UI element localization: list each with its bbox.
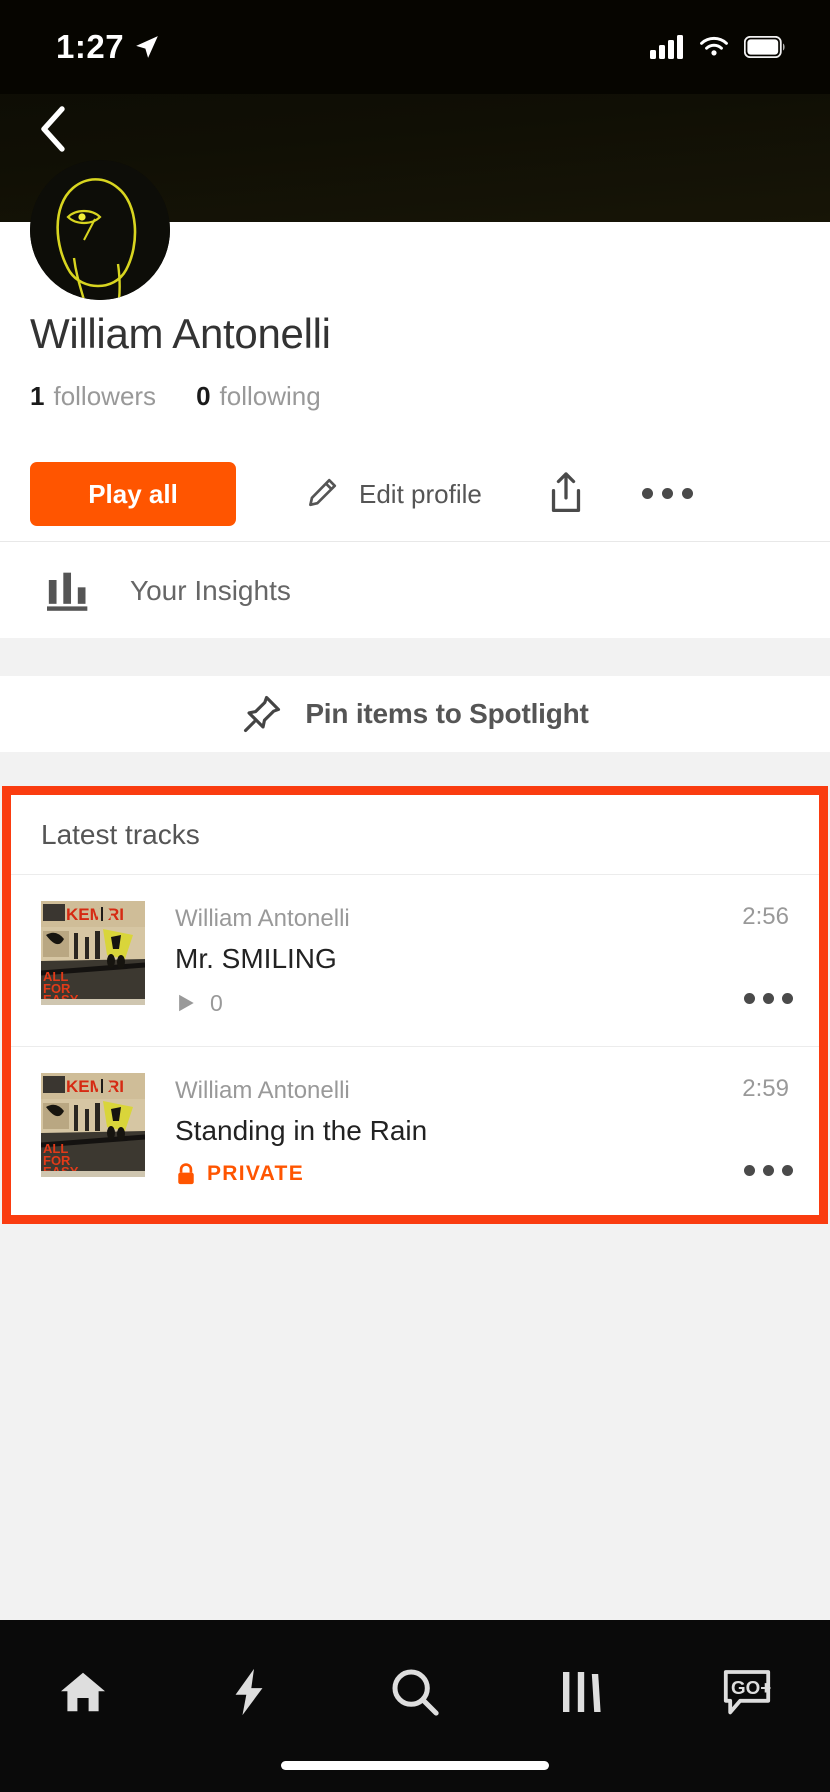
bottom-tab-bar: GO+: [0, 1620, 830, 1792]
profile-action-row: Play all Edit profile: [0, 446, 830, 542]
status-badge: PRIVATE: [175, 1162, 304, 1186]
your-insights-row[interactable]: Your Insights: [0, 543, 830, 638]
latest-tracks-card-highlight: Latest tracks KEM RI ALL FOR EASY Willia…: [2, 786, 828, 1224]
page-title: William Antonelli: [30, 310, 331, 357]
home-indicator: [281, 1761, 549, 1770]
go-plus-icon: GO+: [723, 1670, 771, 1715]
lock-icon: [178, 1162, 194, 1184]
following-label: following: [219, 381, 321, 411]
status-bar-time-group: 1:27: [56, 28, 160, 66]
track-play-count: 0: [210, 989, 223, 1016]
share-button[interactable]: [536, 460, 596, 526]
divider-above-insights: [0, 541, 830, 542]
kemuri-album-artwork-icon: KEM RI ALL FOR EASY: [41, 901, 145, 1005]
track-more-button[interactable]: [744, 993, 793, 1004]
lightning-bolt-icon: [235, 1668, 263, 1716]
chevron-left-icon: [41, 106, 65, 152]
ellipsis-icon: [641, 487, 693, 499]
avatar-face-artwork: [30, 160, 170, 300]
library-icon: [563, 1672, 601, 1712]
section-gap-1: [0, 638, 830, 676]
status-bar-indicators: [650, 35, 786, 59]
play-all-button[interactable]: Play all: [30, 462, 236, 526]
track-info: William Antonelli Standing in the Rain P…: [175, 1073, 789, 1219]
profile-more-button[interactable]: [632, 460, 702, 526]
tab-search[interactable]: [332, 1654, 498, 1730]
status-bar-time: 1:27: [56, 28, 125, 65]
tab-home[interactable]: [0, 1654, 166, 1730]
cellular-signal-icon: [650, 35, 683, 59]
pin-to-spotlight-row[interactable]: Pin items to Spotlight: [0, 676, 830, 752]
track-row[interactable]: KEM RI ALL FOR EA: [11, 875, 819, 1047]
edit-profile-label: Edit profile: [359, 478, 482, 509]
status-bar: 1:27: [0, 0, 830, 94]
home-icon: [61, 1672, 105, 1712]
svg-text:GO+: GO+: [731, 1677, 771, 1698]
tab-go-plus[interactable]: GO+: [664, 1654, 830, 1730]
followers-count: 1: [30, 381, 45, 411]
track-title: Mr. SMILING: [175, 943, 337, 975]
wifi-icon: [700, 36, 728, 56]
track-row[interactable]: KEM RI ALL FOR EA: [11, 1047, 819, 1219]
track-duration: 2:56: [742, 903, 789, 930]
battery-icon: [744, 36, 785, 58]
latest-tracks-header: Latest tracks: [11, 795, 819, 875]
section-gap-2: [0, 752, 830, 786]
track-meta: 0: [175, 990, 789, 1017]
kemuri-album-artwork-icon: KEM RI ALL FOR EASY: [41, 1073, 145, 1177]
latest-tracks-title: Latest tracks: [41, 818, 200, 850]
track-meta: PRIVATE: [175, 1162, 789, 1186]
search-icon: [392, 1669, 439, 1716]
track-info: William Antonelli Mr. SMILING 0: [175, 901, 789, 1046]
soundcloud-profile-screen: 1:27 William Antonelli 1 followers 0 fol…: [0, 0, 830, 1792]
track-artwork: KEM RI ALL FOR EASY: [41, 1073, 145, 1177]
edit-profile-button[interactable]: Edit profile: [302, 475, 482, 513]
pin-to-spotlight-label: Pin items to Spotlight: [305, 698, 589, 729]
track-artist: William Antonelli: [175, 1077, 350, 1104]
following-stat[interactable]: 0 following: [196, 381, 321, 412]
bar-chart-icon: [42, 569, 96, 613]
followers-label: followers: [53, 381, 157, 411]
following-count: 0: [196, 381, 211, 411]
private-label: PRIVATE: [207, 1161, 304, 1185]
track-duration: 2:59: [742, 1075, 789, 1102]
follow-stats: 1 followers 0 following: [30, 381, 321, 412]
track-more-button[interactable]: [744, 1165, 793, 1176]
pencil-icon: [309, 478, 337, 507]
tab-feed[interactable]: [166, 1654, 332, 1730]
track-artist: William Antonelli: [175, 905, 350, 932]
pin-icon: [244, 695, 281, 733]
track-artwork: KEM RI ALL FOR EASY: [41, 901, 145, 1005]
play-triangle-icon: [179, 994, 194, 1012]
track-title: Standing in the Rain: [175, 1115, 428, 1147]
back-button[interactable]: [22, 98, 84, 160]
followers-stat[interactable]: 1 followers: [30, 381, 156, 412]
location-arrow-icon: [136, 36, 158, 58]
your-insights-label: Your Insights: [130, 574, 291, 606]
share-upload-icon: [551, 472, 581, 513]
avatar[interactable]: [30, 160, 170, 300]
tab-library[interactable]: [498, 1654, 664, 1730]
